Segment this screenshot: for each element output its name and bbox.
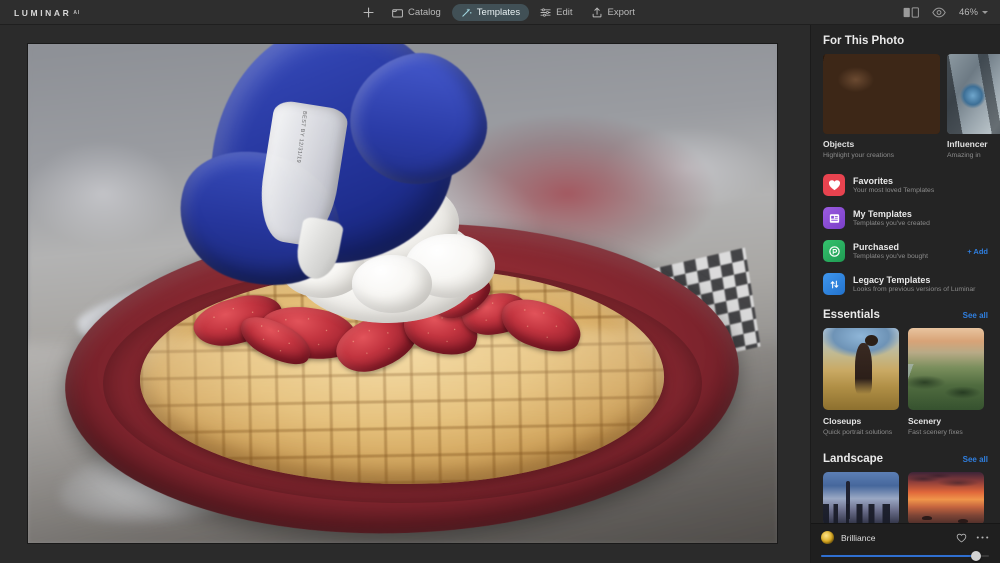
slider-fill — [821, 555, 976, 557]
template-card-scenery[interactable]: Scenery Fast scenery fixes — [908, 328, 984, 437]
tab-export-label: Export — [607, 7, 635, 18]
toolbar-right-controls: 46% — [903, 0, 988, 25]
plus-icon — [363, 7, 374, 18]
category-subtitle: Looks from previous versions of Luminar — [853, 286, 976, 294]
heart-icon — [823, 174, 845, 197]
closeups-thumbnail — [823, 328, 899, 411]
tag-icon — [823, 240, 845, 263]
slider-knob[interactable] — [970, 551, 981, 561]
app-logo-superscript: AI — [73, 9, 80, 16]
section-title: For This Photo — [823, 35, 905, 47]
see-all-landscape[interactable]: See all — [963, 455, 988, 464]
document-icon — [823, 207, 845, 230]
category-subtitle: Templates you've created — [853, 220, 930, 228]
tab-templates-label: Templates — [476, 7, 521, 18]
zoom-level-value: 46% — [958, 7, 978, 18]
brilliance-slider[interactable] — [821, 551, 989, 561]
category-legacy-templates[interactable]: Legacy Templates Looks from previous ver… — [823, 273, 988, 296]
essentials-grid: Closeups Quick portrait solutions Scener… — [811, 328, 1000, 437]
sliders-square-icon — [823, 273, 845, 296]
category-label: Favorites — [853, 176, 894, 187]
template-card-closeups[interactable]: Closeups Quick portrait solutions — [823, 328, 899, 437]
before-after-icon[interactable] — [903, 7, 919, 18]
tab-catalog[interactable]: Catalog — [383, 4, 450, 21]
tab-templates[interactable]: Templates — [451, 4, 530, 21]
section-title: Landscape — [823, 453, 884, 466]
scenery-thumbnail — [908, 328, 984, 411]
see-all-essentials[interactable]: See all — [963, 311, 988, 320]
tab-edit-label: Edit — [556, 7, 573, 18]
canvas-area: BEST BY 12/31/19 — [0, 25, 810, 563]
template-card-sunset[interactable] — [908, 472, 984, 523]
closeup-image — [823, 328, 899, 411]
tab-export[interactable]: Export — [583, 4, 643, 21]
upload-icon — [593, 7, 602, 18]
city-thumbnail — [823, 472, 899, 523]
app-logo-text: LUMINAR — [14, 7, 72, 18]
adjustment-bar: Brilliance — [811, 523, 1000, 563]
brilliance-thumbnail-icon — [821, 531, 834, 544]
category-purchased[interactable]: Purchased Templates you've bought + Add — [823, 240, 988, 263]
category-subtitle: Templates you've bought — [853, 253, 928, 261]
category-subtitle: Your most loved Templates — [853, 187, 935, 195]
tab-edit[interactable]: Edit — [531, 4, 581, 21]
ellipsis-icon[interactable] — [976, 535, 989, 540]
folder-icon — [392, 8, 403, 17]
card-title: Scenery — [908, 416, 942, 427]
influencer-image — [947, 54, 1000, 134]
adjustment-header: Brilliance — [821, 531, 989, 544]
tab-catalog-label: Catalog — [408, 7, 441, 18]
zoom-control[interactable]: 46% — [959, 7, 988, 18]
for-this-photo-row: Objects Highlight your creations Influen… — [811, 54, 1000, 160]
sliders-icon — [540, 8, 551, 17]
sunset-thumbnail — [908, 472, 984, 523]
chevron-down-icon — [982, 11, 988, 14]
template-card-influencer[interactable]: Influencer Amazing in — [947, 54, 1000, 160]
templates-panel-scroll[interactable]: For This Photo Objects Highlight your cr… — [811, 25, 1000, 523]
card-title: Influencer — [947, 139, 988, 149]
section-title: Essentials — [823, 309, 880, 322]
main-nav: Catalog Templates Edit Export — [356, 0, 644, 25]
section-header-essentials: Essentials See all — [811, 299, 1000, 328]
photo-canvas[interactable]: BEST BY 12/31/19 — [28, 44, 777, 543]
template-categories: Favorites Your most loved Templates My T… — [811, 160, 1000, 299]
adjustment-actions — [956, 533, 989, 543]
card-subtitle: Quick portrait solutions — [823, 429, 893, 437]
templates-panel: For This Photo Objects Highlight your cr… — [810, 25, 1000, 563]
category-favorites[interactable]: Favorites Your most loved Templates — [823, 174, 988, 197]
heart-outline-icon[interactable] — [956, 533, 967, 543]
category-my-templates[interactable]: My Templates Templates you've created — [823, 207, 988, 230]
add-button[interactable] — [356, 4, 381, 21]
category-label: Purchased — [853, 242, 900, 253]
adjustment-label: Brilliance — [841, 532, 876, 543]
coffee-beans-image — [823, 54, 940, 134]
objects-thumbnail — [823, 54, 940, 134]
card-title: Objects — [823, 139, 855, 149]
influencer-thumbnail — [947, 54, 1000, 134]
section-header-landscape: Landscape See all — [811, 437, 1000, 472]
add-purchased-button[interactable]: + Add — [967, 247, 988, 256]
card-subtitle: Amazing in — [947, 152, 981, 159]
photo-image: BEST BY 12/31/19 — [28, 44, 777, 543]
city-skyline-image — [823, 472, 899, 523]
sunset-boats-image — [908, 472, 984, 523]
template-card-objects[interactable]: Objects Highlight your creations — [823, 54, 940, 160]
scenery-image — [908, 328, 984, 411]
category-label: My Templates — [853, 209, 912, 220]
wand-icon — [462, 8, 472, 17]
card-title: Closeups — [823, 416, 862, 427]
top-toolbar: LUMINAR AI Catalog Templates Edit Export… — [0, 0, 1000, 25]
section-header-for-this-photo: For This Photo — [811, 25, 1000, 54]
card-subtitle: Highlight your creations — [823, 152, 895, 159]
card-subtitle: Fast scenery fixes — [908, 429, 963, 437]
category-label: Legacy Templates — [853, 275, 931, 286]
template-card-city[interactable] — [823, 472, 899, 523]
landscape-grid — [811, 472, 1000, 523]
app-logo: LUMINAR AI — [14, 0, 80, 25]
eye-icon[interactable] — [932, 7, 946, 18]
